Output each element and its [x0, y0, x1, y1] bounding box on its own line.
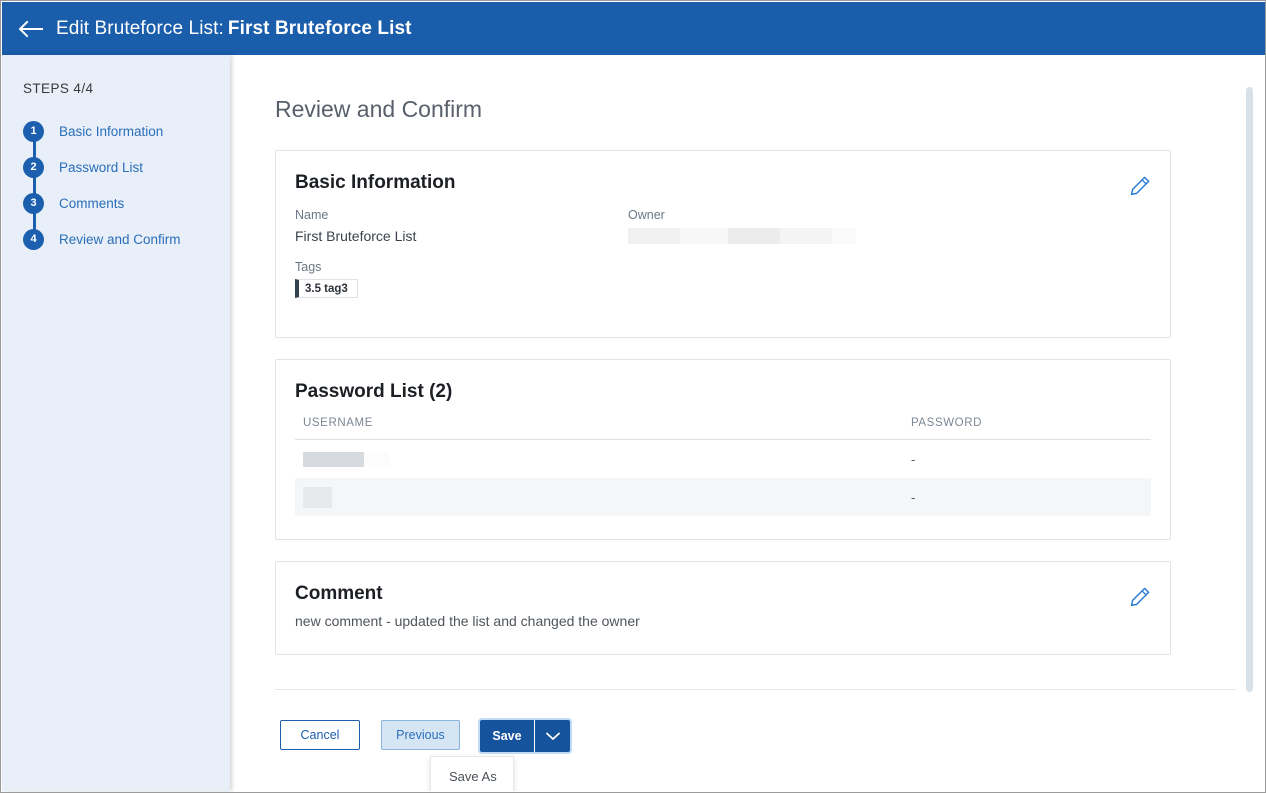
- table-header-row: USERNAME PASSWORD: [295, 417, 1151, 440]
- step-label: Review and Confirm: [59, 232, 181, 247]
- table-body: - -: [295, 440, 1151, 517]
- table-head: USERNAME PASSWORD: [295, 417, 1151, 440]
- pencil-icon-basic-information[interactable]: [1127, 173, 1153, 199]
- table-row[interactable]: -: [295, 478, 1151, 516]
- steps-counter-label: STEPS 4/4: [2, 55, 230, 96]
- column-header-password: PASSWORD: [903, 417, 1151, 440]
- cancel-button[interactable]: Cancel: [280, 720, 360, 750]
- sidebar-step-basic-information[interactable]: 1 Basic Information: [23, 113, 230, 149]
- cell-password: -: [903, 440, 1151, 479]
- app-window: Edit Bruteforce List:First Bruteforce Li…: [0, 0, 1266, 793]
- basic-information-fields: Name First Bruteforce List Owner: [276, 194, 1170, 246]
- scrollbar-thumb[interactable]: [1246, 87, 1253, 692]
- back-arrow-icon[interactable]: [14, 12, 48, 46]
- step-label: Basic Information: [59, 124, 163, 139]
- owner-label: Owner: [628, 207, 856, 224]
- step-number-badge: 3: [23, 193, 44, 214]
- previous-button[interactable]: Previous: [381, 720, 460, 750]
- step-label: Comments: [59, 196, 124, 211]
- step-label: Password List: [59, 160, 143, 175]
- sidebar-step-comments[interactable]: 3 Comments: [23, 185, 230, 221]
- cell-username: [295, 478, 903, 516]
- comment-text: new comment - updated the list and chang…: [276, 605, 1170, 629]
- chevron-down-icon-save-split[interactable]: [534, 720, 570, 752]
- name-value: First Bruteforce List: [295, 226, 628, 246]
- basic-information-card: Basic Information Name First Bruteforce …: [275, 150, 1171, 338]
- header-list-name: First Bruteforce List: [228, 18, 412, 39]
- page-header-title: Edit Bruteforce List:First Bruteforce Li…: [56, 18, 412, 40]
- save-button-group: Save Save As: [480, 720, 570, 752]
- table-row[interactable]: -: [295, 440, 1151, 479]
- username-redacted: [303, 487, 332, 508]
- main-content: Review and Confirm Basic Information Nam…: [230, 55, 1264, 791]
- app-header: Edit Bruteforce List:First Bruteforce Li…: [2, 2, 1266, 55]
- actions-divider: [275, 689, 1236, 690]
- header-prefix: Edit Bruteforce List:: [56, 18, 224, 39]
- comment-card: Comment new comment - updated the list a…: [275, 561, 1171, 655]
- save-button[interactable]: Save: [480, 720, 534, 752]
- vertical-scrollbar[interactable]: [1246, 87, 1253, 692]
- cell-username: [295, 440, 903, 479]
- action-bar: Cancel Previous Save Save As: [280, 720, 570, 752]
- sidebar-step-password-list[interactable]: 2 Password List: [23, 149, 230, 185]
- save-dropdown-menu: Save As: [430, 756, 514, 791]
- tags-block: Tags 3.5 tag3: [276, 246, 1170, 298]
- page-title: Review and Confirm: [230, 55, 1264, 123]
- comment-title: Comment: [276, 562, 1170, 605]
- username-redacted: [303, 452, 389, 467]
- tags-label: Tags: [295, 259, 1170, 276]
- step-number-badge: 2: [23, 157, 44, 178]
- sidebar-step-review-and-confirm[interactable]: 4 Review and Confirm: [23, 221, 230, 257]
- field-name: Name First Bruteforce List: [295, 207, 628, 246]
- field-owner: Owner: [628, 207, 856, 246]
- password-list-table: USERNAME PASSWORD -: [295, 417, 1151, 516]
- password-list-card: Password List (2) USERNAME PASSWORD: [275, 359, 1171, 540]
- step-number-badge: 4: [23, 229, 44, 250]
- review-cards: Basic Information Name First Bruteforce …: [230, 150, 1264, 655]
- steps-list: 1 Basic Information 2 Password List 3 Co…: [2, 113, 230, 257]
- owner-value-redacted: [628, 228, 856, 244]
- menu-item-save-as[interactable]: Save As: [431, 757, 513, 791]
- name-label: Name: [295, 207, 628, 224]
- column-header-username: USERNAME: [295, 417, 903, 440]
- step-number-badge: 1: [23, 121, 44, 142]
- cell-password: -: [903, 478, 1151, 516]
- password-list-title: Password List (2): [276, 360, 1170, 403]
- tag-chip[interactable]: 3.5 tag3: [295, 279, 358, 298]
- pencil-icon-comment[interactable]: [1127, 584, 1153, 610]
- sidebar: STEPS 4/4 1 Basic Information 2 Password…: [2, 55, 230, 791]
- basic-information-title: Basic Information: [276, 151, 1170, 194]
- steps-connector-line: [33, 131, 36, 239]
